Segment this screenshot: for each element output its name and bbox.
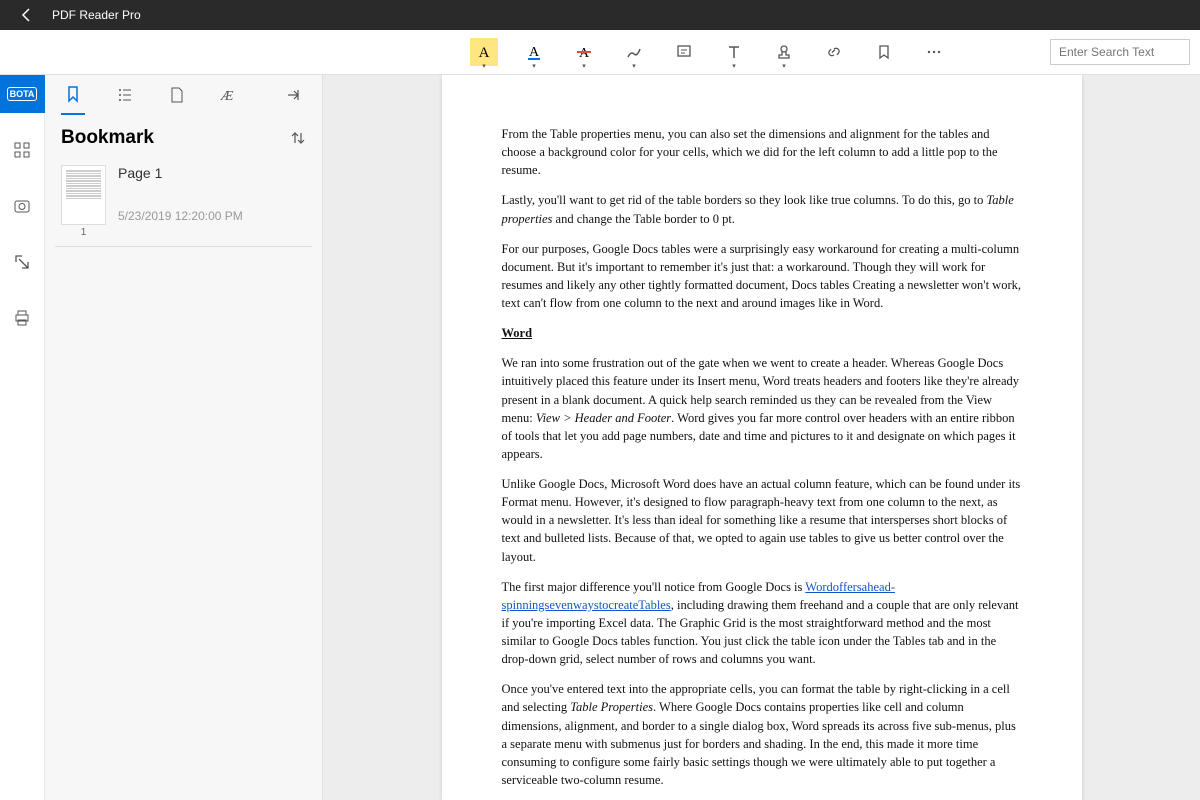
body-text: For our purposes, Google Docs tables wer… bbox=[502, 240, 1022, 313]
title-bar: PDF Reader Pro bbox=[0, 0, 1200, 30]
highlight-tool[interactable]: A ▾ bbox=[470, 38, 498, 66]
svg-text:Æ: Æ bbox=[220, 89, 234, 104]
body-text: Unlike Google Docs, Microsoft Word does … bbox=[502, 475, 1022, 566]
note-tool[interactable] bbox=[670, 38, 698, 66]
strikeout-tool[interactable]: A ▾ bbox=[570, 38, 598, 66]
bota-panel-button[interactable]: BOTA bbox=[0, 75, 45, 113]
underline-tool[interactable]: A ▾ bbox=[520, 38, 548, 66]
body-text: From the Table properties menu, you can … bbox=[502, 125, 1022, 179]
print-button[interactable] bbox=[0, 299, 45, 337]
svg-text:A: A bbox=[479, 45, 490, 61]
main-area: BOTA Æ bbox=[0, 75, 1200, 800]
sort-button[interactable] bbox=[290, 130, 306, 146]
snapshot-button[interactable] bbox=[0, 187, 45, 225]
dropdown-icon: ▾ bbox=[582, 62, 586, 70]
app-title: PDF Reader Pro bbox=[52, 8, 141, 22]
tab-pages[interactable] bbox=[165, 75, 189, 115]
tab-bookmarks[interactable] bbox=[61, 75, 85, 115]
sidebar-title: Bookmark bbox=[61, 127, 154, 149]
tab-annotations[interactable]: Æ bbox=[217, 75, 241, 115]
back-button[interactable] bbox=[12, 7, 42, 23]
sidebar-panel: Æ Bookmark 1 bbox=[45, 75, 323, 800]
ink-tool[interactable]: ▾ bbox=[620, 38, 648, 66]
dropdown-icon: ▾ bbox=[782, 62, 786, 70]
stamp-tool[interactable]: ▾ bbox=[770, 38, 798, 66]
sidebar-header: Bookmark bbox=[45, 115, 322, 157]
dropdown-icon: ▾ bbox=[532, 62, 536, 70]
dropdown-icon: ▾ bbox=[482, 62, 486, 70]
pin-sidebar[interactable] bbox=[282, 75, 306, 115]
body-text: Lastly, you'll want to get rid of the ta… bbox=[502, 191, 1022, 227]
body-text: Once you've entered text into the approp… bbox=[502, 680, 1022, 789]
body-text: The first major difference you'll notice… bbox=[502, 578, 1022, 669]
bookmark-title: Page 1 bbox=[118, 165, 243, 181]
bookmark-tool[interactable] bbox=[870, 38, 898, 66]
thumbnails-button[interactable] bbox=[0, 131, 45, 169]
tab-outline[interactable] bbox=[113, 75, 137, 115]
fullscreen-button[interactable] bbox=[0, 243, 45, 281]
link-tool[interactable] bbox=[820, 38, 848, 66]
sidebar-tabs: Æ bbox=[45, 75, 322, 115]
document-viewport[interactable]: From the Table properties menu, you can … bbox=[323, 75, 1200, 800]
search-input[interactable] bbox=[1050, 39, 1190, 65]
left-rail: BOTA bbox=[0, 75, 45, 800]
bookmark-item[interactable]: 1 Page 1 5/23/2019 12:20:00 PM bbox=[55, 157, 312, 247]
section-heading: Word bbox=[502, 324, 1022, 342]
svg-text:A: A bbox=[579, 46, 590, 61]
pdf-page: From the Table properties menu, you can … bbox=[442, 75, 1082, 800]
svg-text:A: A bbox=[529, 45, 540, 60]
body-text: We ran into some frustration out of the … bbox=[502, 354, 1022, 463]
bookmark-list: 1 Page 1 5/23/2019 12:20:00 PM bbox=[45, 157, 322, 247]
thumb-page-num: 1 bbox=[61, 227, 106, 238]
bookmark-date: 5/23/2019 12:20:00 PM bbox=[118, 209, 243, 223]
annotation-toolbar: A ▾ A ▾ A ▾ ▾ ▾ ▾ bbox=[0, 30, 1200, 75]
dropdown-icon: ▾ bbox=[632, 62, 636, 70]
bookmark-thumb: 1 bbox=[61, 165, 106, 238]
text-tool[interactable]: ▾ bbox=[720, 38, 748, 66]
dropdown-icon: ▾ bbox=[732, 62, 736, 70]
more-tools[interactable] bbox=[920, 38, 948, 66]
